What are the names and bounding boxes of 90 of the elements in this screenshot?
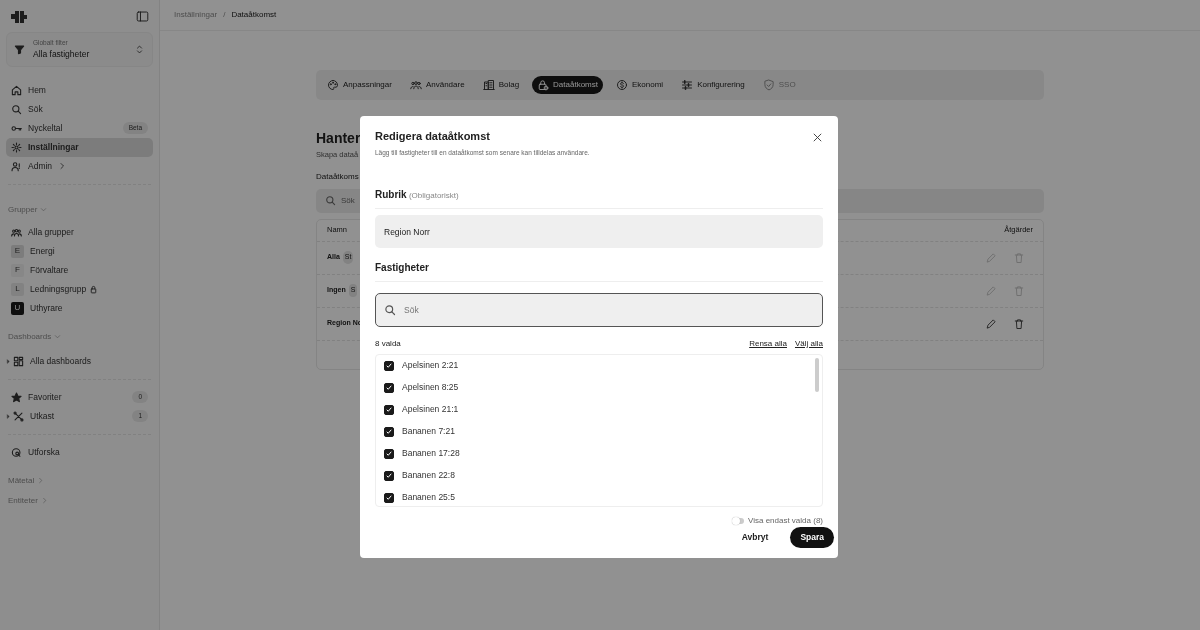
property-name: Apelsinen 8:25 — [402, 381, 459, 395]
tab[interactable]: Användare — [404, 76, 470, 94]
search-icon — [325, 194, 336, 206]
dialog-title: Redigera dataåtkomst — [375, 129, 490, 144]
search-icon — [384, 303, 396, 316]
field-label: Rubrik — [375, 189, 407, 201]
group-item[interactable]: L Ledningsgrupp — [6, 279, 153, 299]
group-avatar: U — [11, 301, 24, 315]
field-hint: (Obligatoriskt) — [407, 191, 459, 201]
tab[interactable]: Dataåtkomst — [532, 76, 603, 94]
settings-icon — [11, 141, 22, 153]
chevron-updown-icon — [134, 43, 145, 55]
tab[interactable]: Konfigurering — [676, 76, 750, 94]
checkbox[interactable] — [384, 470, 394, 481]
select-all-link[interactable]: Välj alla — [795, 337, 823, 350]
group-name: Förvaltare — [30, 263, 69, 277]
star-icon — [11, 391, 22, 403]
group-name: Ledningsgrupp — [30, 282, 87, 296]
checkbox[interactable] — [384, 448, 394, 459]
users-icon — [409, 79, 422, 91]
clear-all-link[interactable]: Rensa alla — [749, 337, 787, 350]
chevron-icon — [40, 206, 48, 213]
page-title: Hanter — [316, 129, 361, 148]
breadcrumb-separator: / — [223, 9, 226, 21]
property-name: Bananen 22:8 — [402, 469, 455, 483]
checkbox[interactable] — [384, 404, 394, 415]
people-icon — [11, 226, 22, 238]
chevron-icon — [54, 333, 62, 340]
toggle-switch[interactable] — [733, 518, 744, 525]
cancel-button[interactable]: Avbryt — [735, 530, 775, 545]
section-heading[interactable]: Mätetal — [8, 474, 35, 487]
toggle-label: Visa endast valda (8) — [748, 515, 823, 528]
section-label: Dataåtkoms — [316, 171, 359, 183]
lock-icon — [537, 79, 550, 91]
search-icon — [11, 103, 22, 115]
nav-item[interactable]: Sök — [6, 99, 153, 119]
property-name: Apelsinen 21:1 — [402, 403, 459, 417]
section-heading[interactable]: Entiteter — [8, 494, 38, 507]
group-item[interactable]: U Uthyrare — [6, 298, 153, 318]
logo-icon — [10, 10, 28, 23]
palette-icon — [327, 79, 339, 91]
group-name: Energi — [30, 244, 55, 258]
nav-item[interactable]: Admin — [6, 156, 153, 176]
chevron-icon — [37, 477, 45, 484]
property-name: Bananen 25:5 — [402, 491, 455, 505]
name-field[interactable]: Region Norr — [375, 215, 823, 248]
tab[interactable]: Ekonomi — [611, 76, 669, 94]
nav-item[interactable]: Alla dashboards — [6, 351, 153, 371]
scrollbar[interactable] — [815, 357, 819, 392]
checkbox[interactable] — [384, 360, 394, 371]
explore-icon — [11, 446, 22, 458]
grid-icon — [13, 355, 24, 367]
search-field[interactable]: Sök — [375, 292, 823, 327]
field-label: Fastigheter — [375, 261, 429, 273]
nav-item[interactable]: Hem — [6, 80, 153, 100]
nav-item[interactable]: Inställningar — [6, 137, 153, 157]
edit-icon[interactable] — [985, 317, 997, 330]
nav-item[interactable]: Utforska — [6, 442, 153, 462]
chevron-icon — [40, 497, 48, 504]
sliders-icon — [681, 79, 694, 91]
sidebar-toggle-icon — [136, 10, 149, 23]
group-name: Uthyrare — [30, 301, 63, 315]
property-name: Bananen 17:28 — [402, 447, 460, 461]
group-item[interactable]: F Förvaltare — [6, 260, 153, 280]
checkbox[interactable] — [384, 492, 394, 503]
group-name: Alla grupper — [28, 225, 74, 239]
tab[interactable]: Bolag — [477, 76, 525, 94]
group-avatar: L — [11, 282, 24, 296]
group-item[interactable]: Alla grupper — [6, 222, 153, 242]
cross-icon — [13, 410, 24, 422]
property-name: Apelsinen 2:21 — [402, 359, 459, 373]
save-button[interactable]: Spara — [790, 527, 834, 548]
filter-value: Alla fastigheter — [33, 47, 90, 61]
breadcrumb-item[interactable]: Dataåtkomst — [231, 9, 277, 21]
breadcrumb-item[interactable]: Inställningar — [174, 9, 218, 21]
dollar-icon — [616, 79, 628, 91]
selection-count: 8 valda — [375, 337, 401, 350]
filter-icon — [14, 43, 25, 55]
building-icon — [482, 79, 495, 91]
checkbox[interactable] — [384, 426, 394, 437]
property-name: Bananen 7:21 — [402, 425, 455, 439]
user-icon — [11, 160, 22, 172]
home-icon — [11, 84, 22, 96]
close-button[interactable] — [812, 132, 823, 143]
tab[interactable]: Anpassningar — [322, 76, 397, 94]
caret-icon — [6, 358, 11, 364]
checkbox[interactable] — [384, 382, 394, 393]
shield-icon — [762, 79, 775, 91]
delete-icon[interactable] — [1013, 317, 1025, 330]
group-avatar: F — [11, 263, 24, 277]
